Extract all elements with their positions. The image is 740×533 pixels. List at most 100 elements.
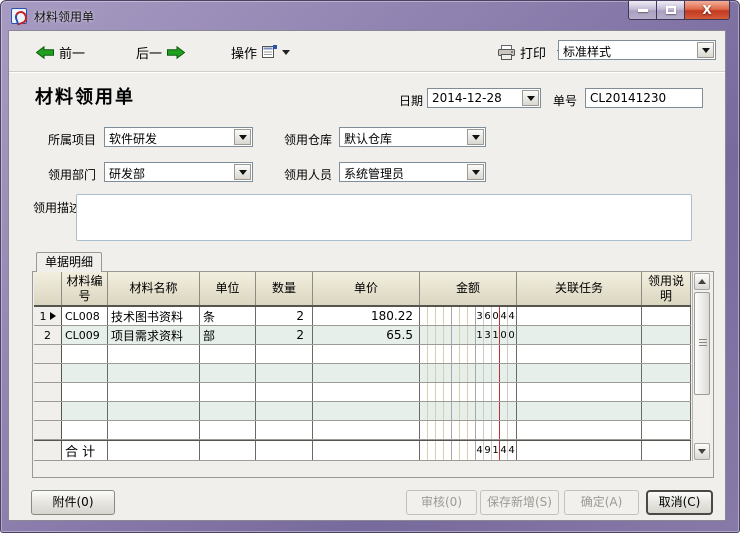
- table-row[interactable]: [34, 383, 691, 402]
- amount-cell[interactable]: [420, 383, 517, 401]
- row-header[interactable]: [34, 421, 62, 439]
- empty-cell[interactable]: [517, 383, 642, 401]
- row-header[interactable]: [34, 364, 62, 382]
- scroll-up-button[interactable]: [694, 273, 710, 290]
- table-row[interactable]: 1CL008技术图书资料条2180.2236044: [34, 307, 691, 326]
- empty-cell[interactable]: [62, 383, 108, 401]
- empty-cell[interactable]: [313, 421, 420, 439]
- cell-unit[interactable]: 部: [200, 326, 256, 344]
- scroll-down-button[interactable]: [694, 443, 710, 460]
- table-row[interactable]: [34, 345, 691, 364]
- dropdown-button[interactable]: [697, 42, 714, 58]
- cell-qty[interactable]: 2: [256, 307, 313, 325]
- amount-cell[interactable]: [420, 421, 517, 439]
- empty-cell[interactable]: [200, 383, 256, 401]
- row-header[interactable]: [34, 383, 62, 401]
- empty-cell[interactable]: [642, 345, 691, 363]
- scrollbar-thumb[interactable]: [694, 292, 710, 395]
- docno-field[interactable]: CL20141230: [585, 88, 703, 108]
- minimize-button[interactable]: [628, 1, 657, 20]
- amount-cell[interactable]: [420, 345, 517, 363]
- empty-cell[interactable]: [108, 345, 200, 363]
- cell-price[interactable]: 65.5: [313, 326, 420, 344]
- cell-task[interactable]: [517, 307, 642, 325]
- amount-cell[interactable]: [420, 364, 517, 382]
- empty-cell[interactable]: [256, 345, 313, 363]
- row-header[interactable]: [34, 402, 62, 420]
- empty-cell[interactable]: [200, 421, 256, 439]
- warehouse-select[interactable]: 默认仓库: [339, 127, 486, 147]
- cancel-button[interactable]: 取消(C): [646, 490, 713, 515]
- empty-cell[interactable]: [642, 364, 691, 382]
- cell-code[interactable]: CL009: [62, 326, 108, 344]
- cell-unit[interactable]: 条: [200, 307, 256, 325]
- cell-price[interactable]: 180.22: [313, 307, 420, 325]
- next-button[interactable]: 后一: [136, 41, 185, 63]
- dropdown-button[interactable]: [234, 164, 251, 180]
- amount-cell[interactable]: 13100: [420, 326, 517, 344]
- empty-cell[interactable]: [62, 364, 108, 382]
- empty-cell[interactable]: [200, 402, 256, 420]
- dropdown-button[interactable]: [234, 129, 251, 145]
- table-row[interactable]: [34, 364, 691, 383]
- empty-cell[interactable]: [642, 383, 691, 401]
- row-header[interactable]: [34, 345, 62, 363]
- attachment-button[interactable]: 附件(0): [31, 490, 115, 515]
- cell-code[interactable]: CL008: [62, 307, 108, 325]
- cell-qty[interactable]: 2: [256, 326, 313, 344]
- empty-cell[interactable]: [200, 345, 256, 363]
- amount-cell[interactable]: [420, 402, 517, 420]
- empty-cell[interactable]: [200, 364, 256, 382]
- empty-cell[interactable]: [313, 383, 420, 401]
- empty-cell[interactable]: [642, 402, 691, 420]
- print-style-select[interactable]: 标准样式: [558, 40, 716, 60]
- cell-name[interactable]: 项目需求资料: [108, 326, 200, 344]
- empty-cell[interactable]: [256, 364, 313, 382]
- dropdown-button[interactable]: [467, 164, 484, 180]
- vertical-scrollbar[interactable]: [692, 272, 710, 461]
- description-field[interactable]: [76, 194, 692, 241]
- print-button[interactable]: 打印: [498, 41, 565, 63]
- table-row[interactable]: [34, 402, 691, 421]
- row-header[interactable]: 2: [34, 326, 62, 344]
- row-header[interactable]: 1: [34, 307, 62, 325]
- empty-cell[interactable]: [313, 402, 420, 420]
- project-select[interactable]: 软件研发: [104, 127, 253, 147]
- empty-cell[interactable]: [256, 383, 313, 401]
- maximize-button[interactable]: [657, 1, 685, 20]
- cell-note[interactable]: [642, 307, 691, 325]
- empty-cell[interactable]: [517, 364, 642, 382]
- empty-cell[interactable]: [108, 402, 200, 420]
- cell-name[interactable]: 技术图书资料: [108, 307, 200, 325]
- close-button[interactable]: X: [685, 1, 730, 20]
- empty-cell[interactable]: [642, 421, 691, 439]
- empty-cell[interactable]: [62, 402, 108, 420]
- title-bar[interactable]: 材料领用单 X: [1, 1, 739, 31]
- empty-cell[interactable]: [108, 421, 200, 439]
- date-select[interactable]: 2014-12-28: [427, 88, 541, 108]
- empty-cell[interactable]: [517, 421, 642, 439]
- empty-cell[interactable]: [313, 345, 420, 363]
- empty-cell[interactable]: [517, 345, 642, 363]
- empty-cell[interactable]: [313, 364, 420, 382]
- empty-cell[interactable]: [108, 383, 200, 401]
- action-menu-button[interactable]: 操作: [231, 41, 290, 63]
- empty-cell[interactable]: [62, 421, 108, 439]
- dropdown-button[interactable]: [467, 129, 484, 145]
- empty-cell[interactable]: [256, 421, 313, 439]
- person-select[interactable]: 系统管理员: [339, 162, 486, 182]
- table-row[interactable]: [34, 421, 691, 440]
- cell-note[interactable]: [642, 326, 691, 344]
- tab-detail[interactable]: 单据明细: [36, 252, 102, 272]
- dropdown-button[interactable]: [522, 90, 539, 106]
- amount-cell[interactable]: 49144: [420, 441, 517, 460]
- cell-task[interactable]: [517, 326, 642, 344]
- previous-button[interactable]: 前一: [36, 41, 85, 63]
- empty-cell[interactable]: [517, 402, 642, 420]
- empty-cell[interactable]: [256, 402, 313, 420]
- dept-select[interactable]: 研发部: [104, 162, 253, 182]
- table-row[interactable]: 2CL009项目需求资料部265.513100: [34, 326, 691, 345]
- empty-cell[interactable]: [108, 364, 200, 382]
- amount-cell[interactable]: 36044: [420, 307, 517, 325]
- empty-cell[interactable]: [62, 345, 108, 363]
